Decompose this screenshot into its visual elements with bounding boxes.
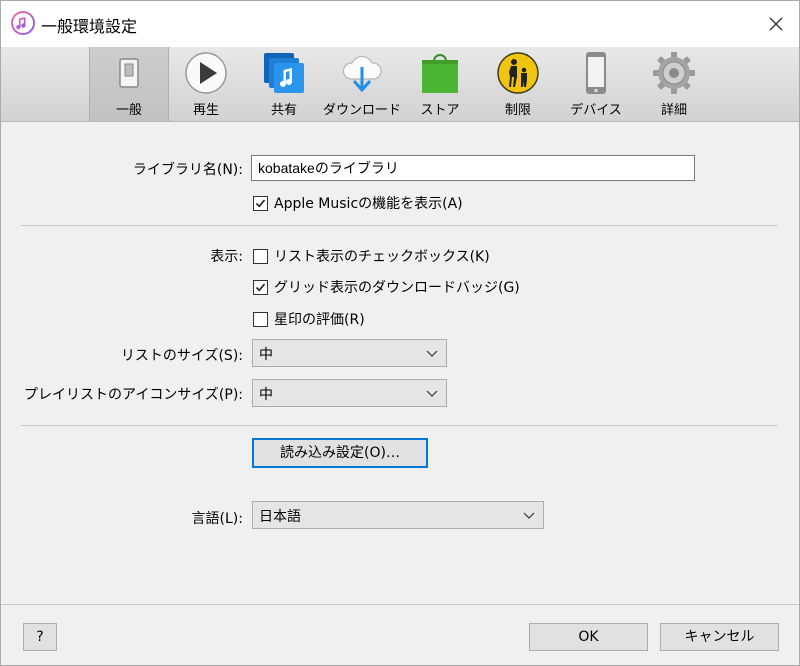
general-switch-icon — [119, 58, 139, 88]
shared-music-icon — [264, 53, 304, 93]
tab-store[interactable]: ストア — [401, 47, 479, 121]
close-button[interactable] — [753, 1, 799, 47]
itunes-app-icon — [11, 11, 35, 35]
tab-devices-label: デバイス — [570, 103, 622, 118]
tab-general[interactable]: 一般 — [89, 47, 169, 121]
checkmark-icon — [255, 282, 266, 291]
grid-badge-label: グリッド表示のダウンロードバッジ(G) — [274, 280, 520, 296]
display-label: 表示: — [210, 249, 243, 265]
tab-devices[interactable]: デバイス — [557, 47, 635, 121]
tab-download-label: ダウンロード — [323, 103, 402, 118]
list-size-label: リストのサイズ(S): — [120, 348, 243, 364]
chevron-down-icon — [426, 390, 438, 397]
tab-general-label: 一般 — [115, 103, 142, 118]
chevron-down-icon — [426, 350, 438, 357]
tab-restrictions[interactable]: 制限 — [479, 47, 557, 121]
preferences-toolbar: 一般 再生 共有 ダウンロード ストア 制限 デバイス 詳細 — [1, 47, 799, 122]
import-settings-button[interactable]: 読み込み設定(O)… — [252, 438, 428, 468]
tab-advanced-label: 詳細 — [660, 103, 687, 118]
playlist-icon-size-select[interactable]: 中 — [252, 379, 447, 407]
list-checkbox-checkbox[interactable] — [253, 248, 268, 264]
tab-sharing[interactable]: 共有 — [245, 47, 323, 121]
cloud-download-icon — [342, 55, 382, 93]
library-name-input[interactable] — [251, 155, 695, 181]
preferences-window: 一般環境設定 一般 再生 共有 ダウンロード ストア 制限 デバイス 詳細 ライ… — [0, 0, 800, 666]
close-icon — [769, 17, 783, 31]
chevron-down-icon — [523, 512, 535, 519]
library-name-label: ライブラリ名(N): — [132, 162, 243, 178]
separator-1 — [21, 225, 778, 226]
tab-advanced[interactable]: 詳細 — [635, 47, 713, 121]
playlist-icon-size-label: プレイリストのアイコンサイズ(P): — [24, 387, 243, 403]
store-bag-icon — [422, 54, 458, 93]
tab-playback[interactable]: 再生 — [167, 47, 245, 121]
star-rating-label: 星印の評価(R) — [274, 312, 365, 328]
apple-music-label: Apple Musicの機能を表示(A) — [274, 196, 463, 212]
list-size-value: 中 — [259, 347, 273, 363]
tab-playback-label: 再生 — [192, 103, 219, 118]
language-value: 日本語 — [259, 509, 301, 525]
footer-separator — [1, 604, 799, 605]
help-button[interactable]: ? — [23, 623, 57, 651]
separator-2 — [21, 425, 778, 426]
tab-store-label: ストア — [420, 103, 460, 118]
list-size-select[interactable]: 中 — [252, 339, 447, 367]
tab-sharing-label: 共有 — [270, 103, 297, 118]
play-icon — [185, 52, 227, 94]
checkmark-icon — [255, 198, 266, 207]
playlist-icon-size-value: 中 — [259, 387, 273, 403]
language-label: 言語(L): — [191, 511, 243, 527]
title-bar: 一般環境設定 — [1, 1, 799, 47]
apple-music-checkbox[interactable] — [253, 195, 268, 211]
grid-badge-checkbox[interactable] — [253, 279, 268, 295]
parental-restriction-icon — [497, 52, 539, 94]
list-checkbox-option[interactable]: リスト表示のチェックボックス(K) — [253, 246, 490, 266]
tab-restrictions-label: 制限 — [504, 103, 531, 118]
gear-icon — [653, 52, 695, 94]
language-select[interactable]: 日本語 — [252, 501, 544, 529]
list-checkbox-label: リスト表示のチェックボックス(K) — [274, 249, 490, 265]
star-rating-checkbox[interactable] — [253, 311, 268, 327]
tab-download[interactable]: ダウンロード — [323, 47, 401, 121]
device-phone-icon — [586, 52, 606, 94]
window-title: 一般環境設定 — [41, 17, 138, 36]
cancel-button[interactable]: キャンセル — [660, 623, 779, 651]
ok-button[interactable]: OK — [529, 623, 648, 651]
grid-badge-option[interactable]: グリッド表示のダウンロードバッジ(G) — [253, 277, 520, 297]
star-rating-option[interactable]: 星印の評価(R) — [253, 309, 365, 329]
apple-music-option[interactable]: Apple Musicの機能を表示(A) — [253, 193, 463, 213]
